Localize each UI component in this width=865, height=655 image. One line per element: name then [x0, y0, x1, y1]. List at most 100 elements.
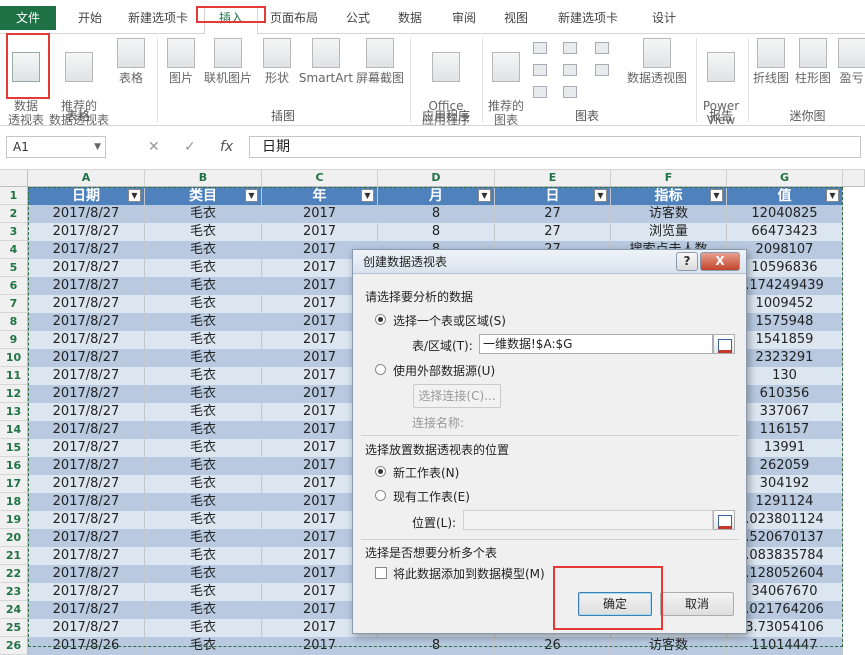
table-cell[interactable]: 毛衣 [145, 475, 262, 493]
row-header[interactable]: 3 [0, 223, 28, 241]
row-header[interactable]: 24 [0, 601, 28, 619]
table-cell[interactable]: 2017 [262, 637, 378, 655]
column-header-c[interactable]: C [262, 170, 378, 187]
table-cell[interactable]: 2017/8/27 [28, 205, 145, 223]
hierarchy-chart-icon[interactable] [595, 42, 609, 54]
ok-button[interactable]: 确定 [578, 592, 652, 616]
choose-connection-button[interactable]: 选择连接(C)... [413, 384, 501, 408]
table-cell[interactable]: 8 [378, 223, 495, 241]
table-cell[interactable]: 毛衣 [145, 601, 262, 619]
name-box[interactable]: A1 ▼ [6, 136, 106, 158]
table-cell[interactable]: 毛衣 [145, 277, 262, 295]
row-header[interactable]: 12 [0, 385, 28, 403]
row-header[interactable]: 25 [0, 619, 28, 637]
cancel-icon[interactable]: ✕ [148, 136, 160, 158]
table-cell[interactable]: 2017/8/27 [28, 583, 145, 601]
table-cell[interactable]: 8 [378, 637, 495, 655]
table-cell[interactable]: 2017/8/27 [28, 547, 145, 565]
header-cell[interactable]: 月 ▼ [378, 187, 495, 205]
table-cell[interactable]: 2017 [262, 223, 378, 241]
row-header[interactable]: 26 [0, 637, 28, 655]
tab-home[interactable]: 开始 [72, 7, 108, 29]
collapse-location-icon[interactable] [713, 510, 735, 530]
table-cell[interactable]: 浏览量 [611, 223, 727, 241]
column-header-b[interactable]: B [145, 170, 262, 187]
sparkline-line-button[interactable]: 折线图 [752, 38, 790, 85]
tab-review[interactable]: 审阅 [444, 7, 484, 29]
table-cell[interactable]: 2017/8/27 [28, 259, 145, 277]
radio-select-range[interactable] [375, 314, 386, 325]
filter-dropdown-icon[interactable]: ▼ [710, 189, 723, 202]
pie-chart-icon[interactable] [533, 86, 547, 98]
table-cell[interactable]: 66473423 [727, 223, 843, 241]
table-cell[interactable]: 8 [378, 205, 495, 223]
header-cell[interactable]: 日 ▼ [495, 187, 611, 205]
table-cell[interactable]: 访客数 [611, 205, 727, 223]
table-cell[interactable]: 2017 [262, 205, 378, 223]
table-cell[interactable]: 27 [495, 223, 611, 241]
row-header[interactable]: 16 [0, 457, 28, 475]
tab-data[interactable]: 数据 [390, 7, 430, 29]
table-cell[interactable]: 2017/8/27 [28, 241, 145, 259]
table-button[interactable]: 表格 [114, 38, 148, 85]
table-cell[interactable]: 2017/8/27 [28, 331, 145, 349]
stat-chart-icon[interactable] [595, 64, 609, 76]
smartart-button[interactable]: SmartArt [298, 38, 354, 85]
table-cell[interactable]: 毛衣 [145, 349, 262, 367]
radio-new-sheet[interactable] [375, 466, 386, 477]
table-cell[interactable]: 毛衣 [145, 547, 262, 565]
table-cell[interactable]: 2017/8/27 [28, 385, 145, 403]
tab-insert[interactable]: 插入 [204, 6, 258, 35]
table-cell[interactable]: 2017/8/27 [28, 439, 145, 457]
table-cell[interactable]: 11014447 [727, 637, 843, 655]
table-cell[interactable]: 毛衣 [145, 385, 262, 403]
row-header[interactable]: 7 [0, 295, 28, 313]
table-cell[interactable]: 毛衣 [145, 403, 262, 421]
table-cell[interactable]: 毛衣 [145, 205, 262, 223]
table-cell[interactable]: 毛衣 [145, 295, 262, 313]
column-header-g[interactable]: G [727, 170, 843, 187]
row-header[interactable]: 8 [0, 313, 28, 331]
column-header-e[interactable]: E [495, 170, 611, 187]
table-cell[interactable]: 毛衣 [145, 331, 262, 349]
table-cell[interactable]: 毛衣 [145, 439, 262, 457]
close-button[interactable]: X [700, 252, 740, 271]
table-cell[interactable]: 毛衣 [145, 583, 262, 601]
table-cell[interactable]: 2017/8/27 [28, 277, 145, 295]
table-cell[interactable]: 2017/8/27 [28, 457, 145, 475]
row-header[interactable]: 22 [0, 565, 28, 583]
row-header[interactable]: 10 [0, 349, 28, 367]
table-cell[interactable]: 2017/8/27 [28, 493, 145, 511]
tab-formulas[interactable]: 公式 [338, 7, 378, 29]
column-header-a[interactable]: A [28, 170, 145, 187]
table-cell[interactable]: 毛衣 [145, 637, 262, 655]
bar-chart-icon[interactable] [563, 42, 577, 54]
tab-page-layout[interactable]: 页面布局 [264, 7, 324, 29]
collapse-range-icon[interactable] [713, 334, 735, 354]
table-cell[interactable]: 2017/8/27 [28, 565, 145, 583]
insert-function-icon[interactable]: fx [220, 136, 233, 158]
table-cell[interactable]: 12040825 [727, 205, 843, 223]
row-header[interactable]: 6 [0, 277, 28, 295]
row-header[interactable]: 13 [0, 403, 28, 421]
tab-view[interactable]: 视图 [496, 7, 536, 29]
table-cell[interactable]: 2017/8/27 [28, 601, 145, 619]
table-cell[interactable]: 2017/8/27 [28, 619, 145, 637]
header-cell[interactable]: 年 ▼ [262, 187, 378, 205]
header-cell[interactable]: 指标 ▼ [611, 187, 727, 205]
row-header[interactable]: 17 [0, 475, 28, 493]
header-cell[interactable]: 日期 ▼ [28, 187, 145, 205]
table-cell[interactable]: 毛衣 [145, 259, 262, 277]
scatter-chart-icon[interactable] [563, 86, 577, 98]
table-cell[interactable]: 2017/8/27 [28, 511, 145, 529]
picture-button[interactable]: 图片 [164, 38, 198, 85]
column-chart-icon[interactable] [533, 42, 547, 54]
row-header[interactable]: 18 [0, 493, 28, 511]
area-chart-icon[interactable] [563, 64, 577, 76]
table-cell[interactable]: 毛衣 [145, 421, 262, 439]
table-cell[interactable]: 毛衣 [145, 511, 262, 529]
line-chart-icon[interactable] [533, 64, 547, 76]
location-input[interactable] [463, 510, 713, 530]
tab-new-2[interactable]: 新建选项卡 [550, 7, 626, 29]
table-cell[interactable]: 2017/8/27 [28, 223, 145, 241]
